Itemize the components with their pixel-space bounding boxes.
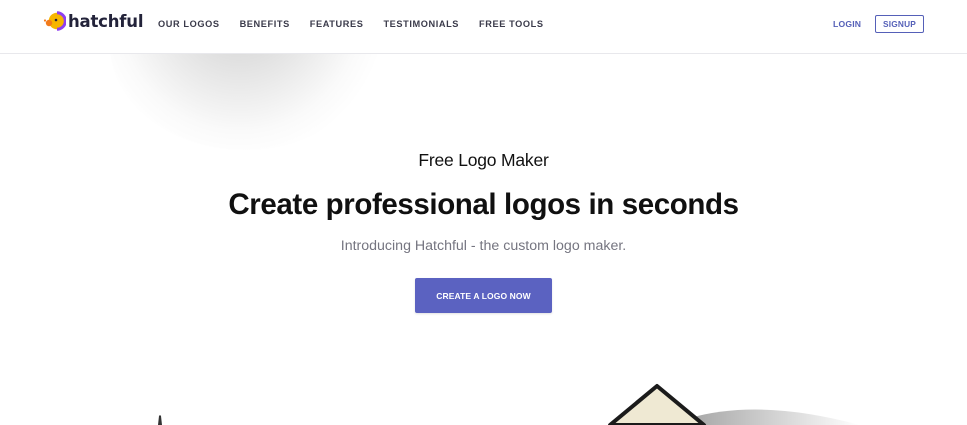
hero-headline: Create professional logos in seconds	[228, 188, 739, 221]
nav-item-our-logos[interactable]: OUR LOGOS	[158, 18, 220, 30]
hero-illustration	[158, 384, 860, 425]
top-navigation-bar: hatchful OUR LOGOS BENEFITS FEATURES TES…	[0, 0, 967, 54]
illustration-card	[608, 384, 706, 425]
main-nav: OUR LOGOS BENEFITS FEATURES TESTIMONIALS…	[158, 18, 564, 30]
illustration-shadow	[690, 409, 860, 425]
create-logo-button[interactable]: CREATE A LOGO NOW	[415, 278, 552, 313]
brand-logo[interactable]: hatchful	[42, 9, 143, 33]
nav-item-testimonials[interactable]: TESTIMONIALS	[383, 18, 459, 30]
hero-eyebrow: Free Logo Maker	[418, 150, 549, 170]
signup-button[interactable]: SIGNUP	[875, 15, 924, 33]
nav-item-free-tools[interactable]: FREE TOOLS	[479, 18, 544, 30]
hero-subtitle: Introducing Hatchful - the custom logo m…	[340, 238, 627, 254]
illustration-spike	[158, 415, 162, 425]
brand-name: hatchful	[68, 11, 144, 31]
nav-item-features[interactable]: FEATURES	[310, 18, 364, 30]
login-link[interactable]: LOGIN	[833, 18, 861, 30]
hatchful-logo-icon	[43, 11, 66, 31]
nav-item-benefits[interactable]: BENEFITS	[240, 18, 290, 30]
